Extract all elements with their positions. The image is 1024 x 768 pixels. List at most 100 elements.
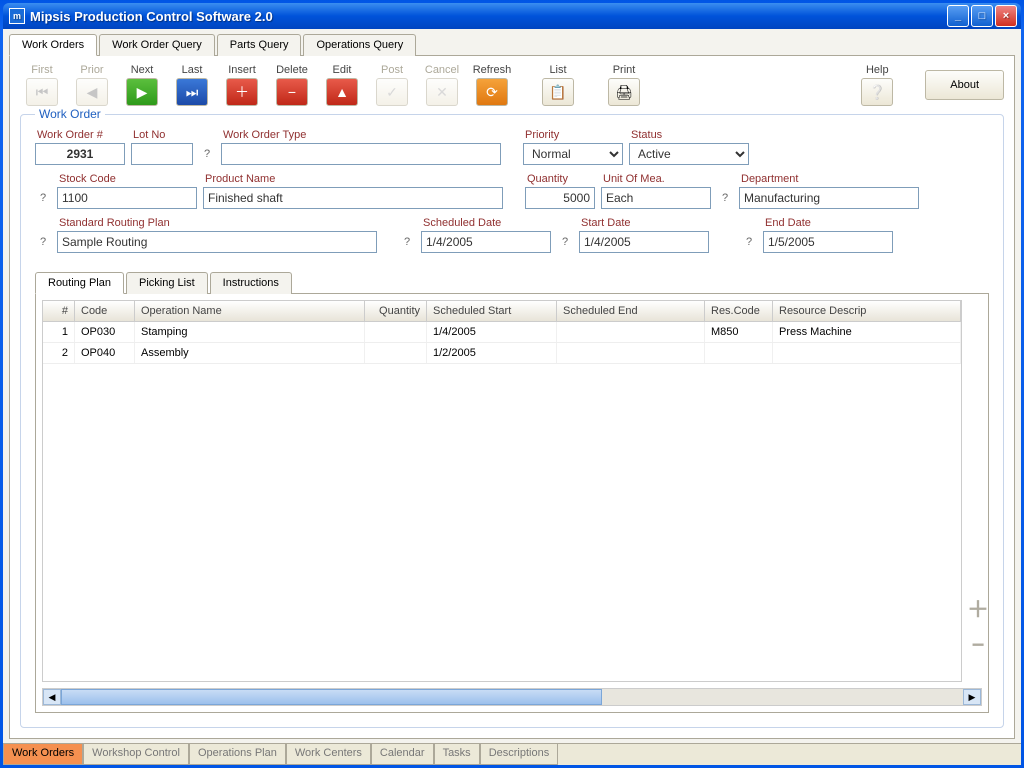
first-button[interactable]: First⏮ xyxy=(20,64,64,106)
lookup-routing-button[interactable]: ? xyxy=(35,231,51,253)
titlebar[interactable]: m Mipsis Production Control Software 2.0… xyxy=(3,3,1021,29)
col-num[interactable]: # xyxy=(43,301,75,321)
label-work-order-no: Work Order # xyxy=(35,129,125,141)
work-order-fieldset: Work Order Work Order # Lot No ? Work Or… xyxy=(20,114,1004,728)
help-button[interactable]: Help❔ xyxy=(855,64,899,106)
btab-work-centers[interactable]: Work Centers xyxy=(286,744,371,765)
btab-workshop-control[interactable]: Workshop Control xyxy=(83,744,189,765)
uom-input[interactable] xyxy=(601,187,711,209)
lot-no-input[interactable] xyxy=(131,143,193,165)
maximize-button[interactable]: □ xyxy=(971,5,993,27)
subtab-routing-plan[interactable]: Routing Plan xyxy=(35,272,124,294)
insert-button[interactable]: Insert＋ xyxy=(220,64,264,106)
work-order-no-input[interactable] xyxy=(35,143,125,165)
work-order-type-input[interactable] xyxy=(221,143,501,165)
next-icon: ▶ xyxy=(126,78,158,106)
status-select[interactable]: Active xyxy=(629,143,749,165)
toolbar: First⏮ Prior◀ Next▶ Last⏭ Insert＋ Delete… xyxy=(20,62,1004,114)
btab-calendar[interactable]: Calendar xyxy=(371,744,434,765)
col-sched-start[interactable]: Scheduled Start xyxy=(427,301,557,321)
grid-panel: # Code Operation Name Quantity Scheduled… xyxy=(35,293,989,713)
col-operation[interactable]: Operation Name xyxy=(135,301,365,321)
grid-body: 1 OP030 Stamping 1/4/2005 M850 Press Mac… xyxy=(43,322,961,681)
last-button[interactable]: Last⏭ xyxy=(170,64,214,106)
col-sched-end[interactable]: Scheduled End xyxy=(557,301,705,321)
label-uom: Unit Of Mea. xyxy=(601,173,711,185)
btab-work-orders[interactable]: Work Orders xyxy=(3,744,83,765)
product-name-input[interactable] xyxy=(203,187,503,209)
lookup-sched-button[interactable]: ? xyxy=(399,231,415,253)
app-icon: m xyxy=(9,8,25,24)
print-button[interactable]: Print🖨 xyxy=(602,64,646,106)
col-code[interactable]: Code xyxy=(75,301,135,321)
tab-work-orders[interactable]: Work Orders xyxy=(9,34,97,56)
app-window: m Mipsis Production Control Software 2.0… xyxy=(0,0,1024,768)
add-row-button[interactable]: ＋ xyxy=(967,592,989,624)
subtab-picking-list[interactable]: Picking List xyxy=(126,272,208,294)
lookup-dept-button[interactable]: ? xyxy=(717,187,733,209)
horizontal-scrollbar[interactable]: ◀ ▶ xyxy=(42,688,982,706)
label-lot-no: Lot No xyxy=(131,129,193,141)
table-row[interactable]: 1 OP030 Stamping 1/4/2005 M850 Press Mac… xyxy=(43,322,961,343)
list-button[interactable]: List📋 xyxy=(536,64,580,106)
scheduled-date-input[interactable] xyxy=(421,231,551,253)
end-date-input[interactable] xyxy=(763,231,893,253)
label-scheduled-date: Scheduled Date xyxy=(421,217,551,229)
scroll-right-icon[interactable]: ▶ xyxy=(963,689,981,705)
label-product-name: Product Name xyxy=(203,173,503,185)
window-title: Mipsis Production Control Software 2.0 xyxy=(30,9,273,24)
col-quantity[interactable]: Quantity xyxy=(365,301,427,321)
quantity-input[interactable] xyxy=(525,187,595,209)
about-button[interactable]: About xyxy=(925,70,1004,100)
tab-parts-query[interactable]: Parts Query xyxy=(217,34,302,56)
col-res-desc[interactable]: Resource Descrip xyxy=(773,301,961,321)
btab-descriptions[interactable]: Descriptions xyxy=(480,744,559,765)
lookup-stock-button[interactable]: ? xyxy=(35,187,51,209)
delete-button[interactable]: Delete− xyxy=(270,64,314,106)
lookup-end-button[interactable]: ? xyxy=(741,231,757,253)
priority-select[interactable]: Normal xyxy=(523,143,623,165)
close-button[interactable]: × xyxy=(995,5,1017,27)
remove-row-button[interactable]: − xyxy=(972,632,985,658)
tab-work-order-query[interactable]: Work Order Query xyxy=(99,34,215,56)
label-routing: Standard Routing Plan xyxy=(57,217,377,229)
scroll-track[interactable] xyxy=(61,689,963,705)
top-tabs: Work Orders Work Order Query Parts Query… xyxy=(3,29,1021,55)
minimize-button[interactable]: _ xyxy=(947,5,969,27)
routing-grid[interactable]: # Code Operation Name Quantity Scheduled… xyxy=(42,300,962,682)
edit-icon: ▲ xyxy=(326,78,358,106)
prior-button[interactable]: Prior◀ xyxy=(70,64,114,106)
routing-input[interactable] xyxy=(57,231,377,253)
subtab-instructions[interactable]: Instructions xyxy=(210,272,292,294)
tab-operations-query[interactable]: Operations Query xyxy=(303,34,416,56)
list-icon: 📋 xyxy=(542,78,574,106)
btab-operations-plan[interactable]: Operations Plan xyxy=(189,744,286,765)
sub-tabs: Routing Plan Picking List Instructions xyxy=(35,271,989,293)
next-button[interactable]: Next▶ xyxy=(120,64,164,106)
col-res-code[interactable]: Res.Code xyxy=(705,301,773,321)
grid-header[interactable]: # Code Operation Name Quantity Scheduled… xyxy=(43,301,961,322)
lookup-start-button[interactable]: ? xyxy=(557,231,573,253)
start-date-input[interactable] xyxy=(579,231,709,253)
refresh-button[interactable]: Refresh⟳ xyxy=(470,64,514,106)
refresh-icon: ⟳ xyxy=(476,78,508,106)
tab-panel: First⏮ Prior◀ Next▶ Last⏭ Insert＋ Delete… xyxy=(9,55,1015,739)
cancel-button[interactable]: Cancel✕ xyxy=(420,64,464,106)
post-icon: ✓ xyxy=(376,78,408,106)
fieldset-legend: Work Order xyxy=(35,107,105,121)
bottom-tabs: Work Orders Workshop Control Operations … xyxy=(3,743,1021,765)
help-icon: ❔ xyxy=(861,78,893,106)
label-stock-code: Stock Code xyxy=(57,173,197,185)
label-end-date: End Date xyxy=(763,217,893,229)
department-input[interactable] xyxy=(739,187,919,209)
btab-tasks[interactable]: Tasks xyxy=(434,744,480,765)
post-button[interactable]: Post✓ xyxy=(370,64,414,106)
edit-button[interactable]: Edit▲ xyxy=(320,64,364,106)
lookup-wot-button[interactable]: ? xyxy=(199,143,215,165)
scroll-left-icon[interactable]: ◀ xyxy=(43,689,61,705)
scroll-thumb[interactable] xyxy=(61,689,602,705)
table-row[interactable]: 2 OP040 Assembly 1/2/2005 xyxy=(43,343,961,364)
label-quantity: Quantity xyxy=(525,173,595,185)
stock-code-input[interactable] xyxy=(57,187,197,209)
prior-icon: ◀ xyxy=(76,78,108,106)
